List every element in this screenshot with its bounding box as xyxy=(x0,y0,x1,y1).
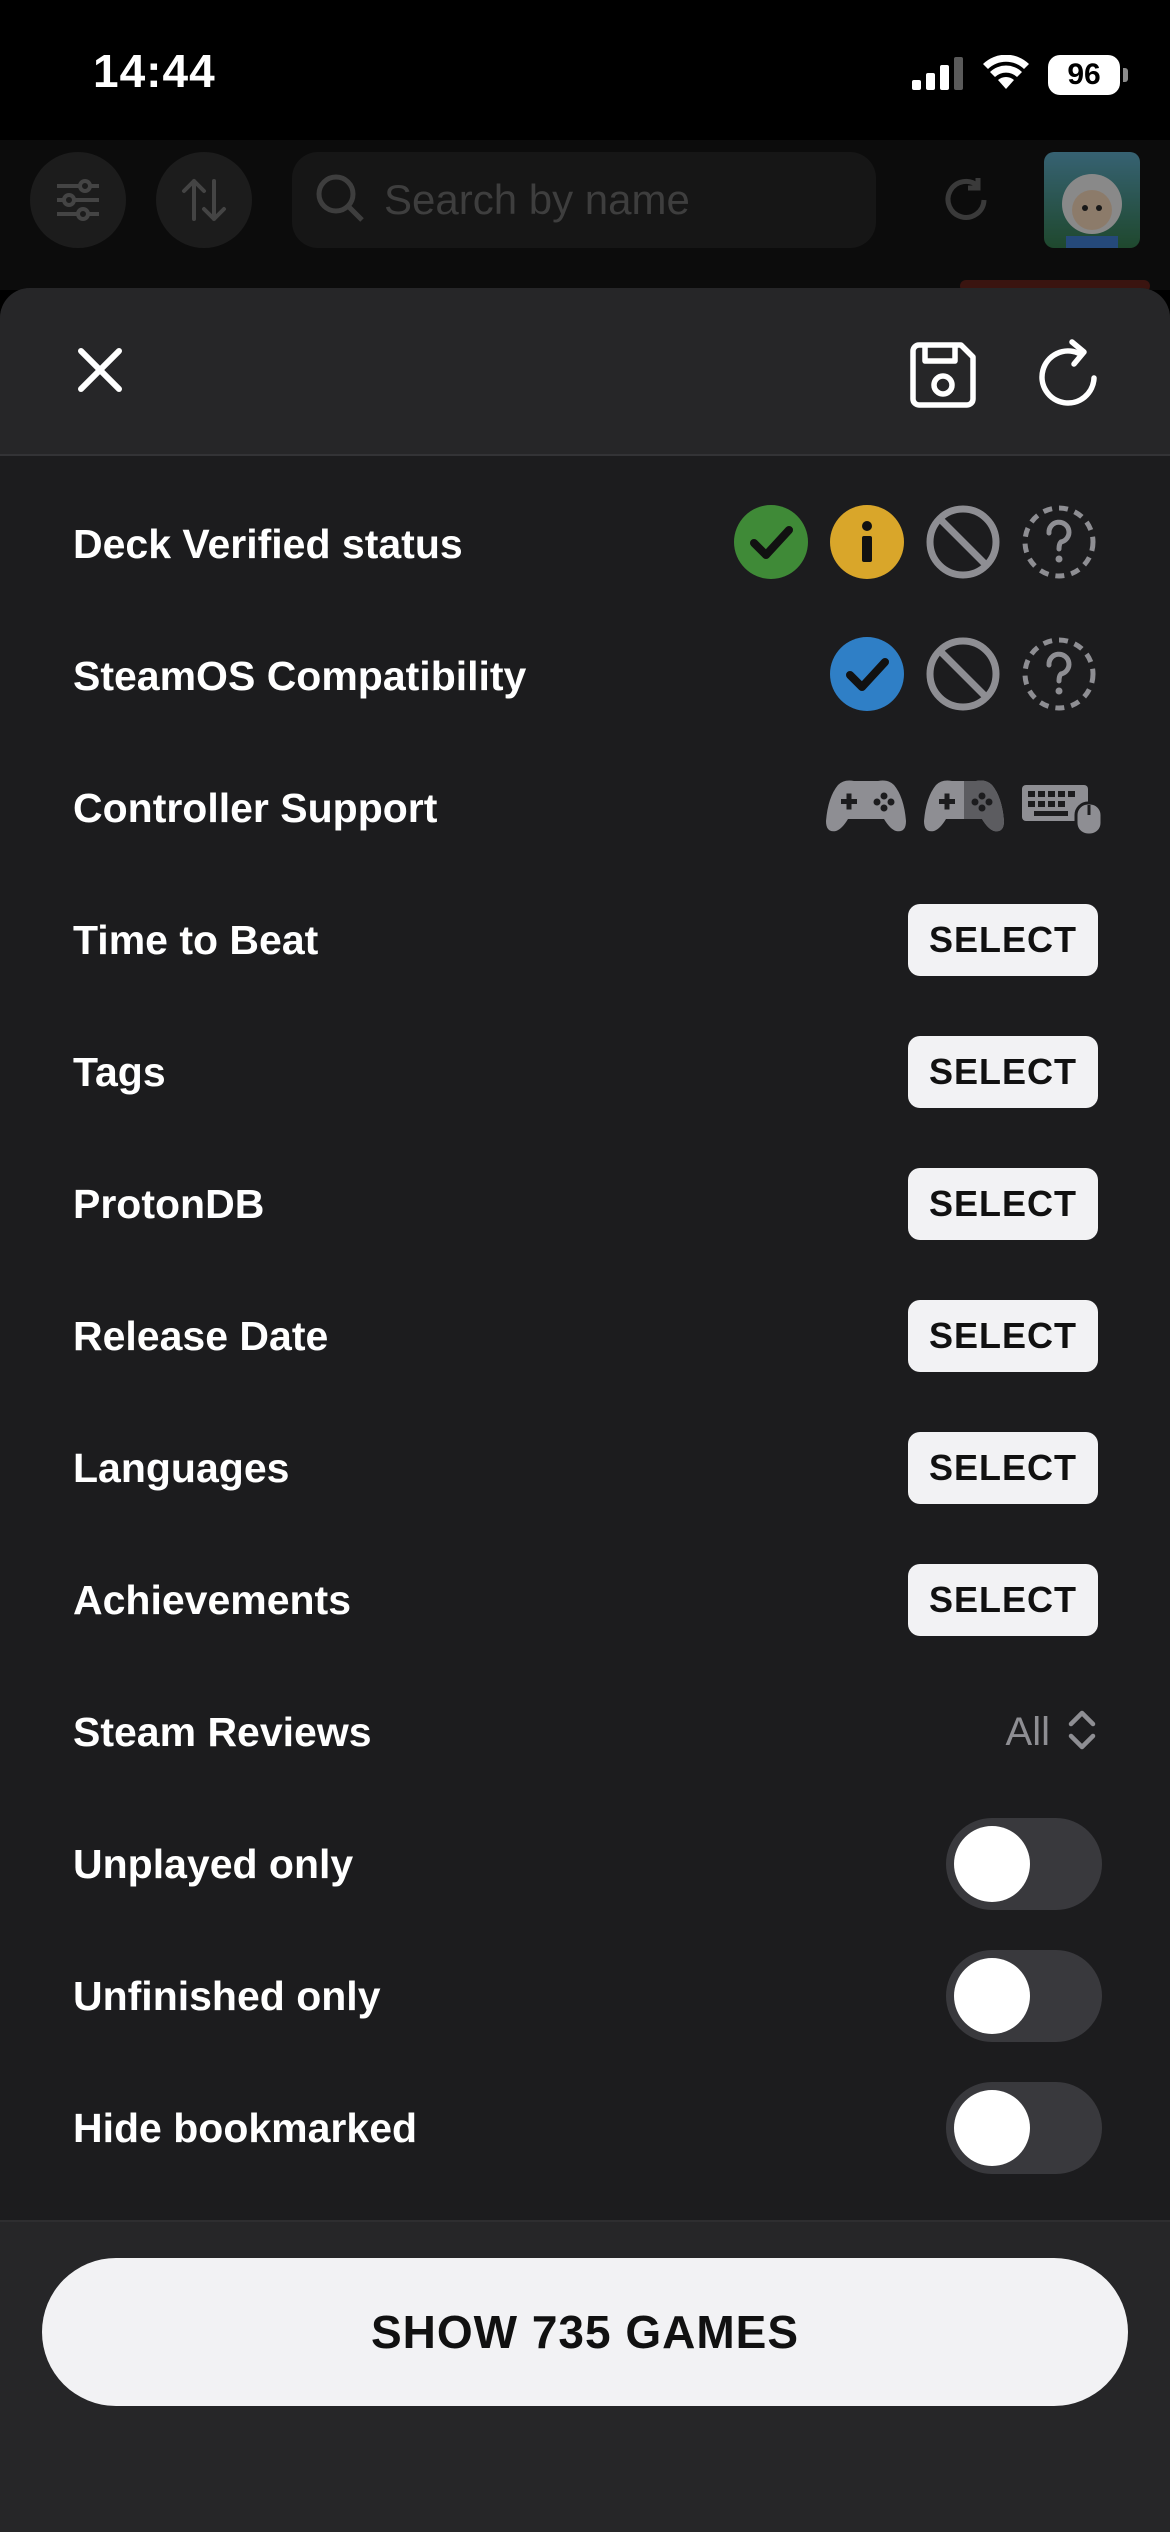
steamos-compatible-check-icon[interactable] xyxy=(828,635,906,718)
signal-icon xyxy=(912,56,964,95)
partial-controller-icon[interactable] xyxy=(922,775,1006,842)
status-time: 14:44 xyxy=(93,45,216,97)
deck-unsupported-icon[interactable] xyxy=(924,503,1002,586)
filter-label: Steam Reviews xyxy=(73,1708,372,1755)
filter-label: Tags xyxy=(73,1048,166,1095)
row-actions xyxy=(946,1950,1102,2042)
hide-bookmarked-toggle[interactable] xyxy=(946,2082,1102,2174)
toggle-knob xyxy=(954,2090,1030,2166)
filter-row-languages: Languages SELECT xyxy=(0,1402,1170,1534)
search-icon xyxy=(314,172,366,229)
row-actions: SELECT xyxy=(908,904,1098,976)
full-controller-icon[interactable] xyxy=(824,775,908,842)
keyboard-mouse-icon[interactable] xyxy=(1020,775,1104,842)
filter-row-tags: Tags SELECT xyxy=(0,1006,1170,1138)
filter-label: Unfinished only xyxy=(73,1972,381,2019)
filter-row-controller: Controller Support xyxy=(0,742,1170,874)
row-actions: SELECT xyxy=(908,1036,1098,1108)
steamos-unknown-icon[interactable] xyxy=(1020,635,1098,718)
search-placeholder: Search by name xyxy=(384,176,690,223)
filter-label: Controller Support xyxy=(73,784,438,831)
filter-row-unfinished: Unfinished only xyxy=(0,1930,1170,2062)
toggle-knob xyxy=(954,1958,1030,2034)
filter-row-steamos: SteamOS Compatibility xyxy=(0,610,1170,742)
sort-icon xyxy=(156,152,252,248)
filter-label: SteamOS Compatibility xyxy=(73,652,527,699)
row-actions: SELECT xyxy=(908,1432,1098,1504)
background-search: Search by name xyxy=(292,152,876,248)
deck-verified-check-icon[interactable] xyxy=(732,503,810,586)
release-date-select-button[interactable]: SELECT xyxy=(908,1300,1098,1372)
protondb-select-button[interactable]: SELECT xyxy=(908,1168,1098,1240)
achievements-select-button[interactable]: SELECT xyxy=(908,1564,1098,1636)
tags-select-button[interactable]: SELECT xyxy=(908,1036,1098,1108)
filter-row-steam-reviews: Steam Reviews All xyxy=(0,1666,1170,1798)
unplayed-only-toggle[interactable] xyxy=(946,1818,1102,1910)
filter-row-achievements: Achievements SELECT xyxy=(0,1534,1170,1666)
filter-row-protondb: ProtonDB SELECT xyxy=(0,1138,1170,1270)
sheet-footer: SHOW 735 GAMES xyxy=(0,2220,1170,2532)
row-actions: SELECT xyxy=(908,1168,1098,1240)
steam-reviews-picker[interactable]: All xyxy=(1006,1709,1098,1756)
background-toolbar: Search by name xyxy=(0,140,1170,292)
row-actions: SELECT xyxy=(908,1300,1098,1372)
row-actions xyxy=(946,1818,1102,1910)
avatar xyxy=(1044,152,1140,248)
deck-status-options xyxy=(732,503,1098,586)
filter-label: Unplayed only xyxy=(73,1840,354,1887)
filter-sliders-icon xyxy=(30,152,126,248)
filter-row-deck-verified: Deck Verified status xyxy=(0,478,1170,610)
filter-label: Deck Verified status xyxy=(73,520,463,567)
filter-label: Achievements xyxy=(73,1576,352,1623)
filter-sheet: Deck Verified status SteamOS Compatibili… xyxy=(0,288,1170,2532)
controller-options xyxy=(824,775,1104,842)
filter-row-release-date: Release Date SELECT xyxy=(0,1270,1170,1402)
reset-icon[interactable] xyxy=(1026,332,1112,418)
wifi-icon xyxy=(982,54,1030,96)
filter-label: Hide bookmarked xyxy=(73,2104,418,2151)
filter-label: Languages xyxy=(73,1444,290,1491)
filter-label: ProtonDB xyxy=(73,1180,265,1227)
filter-label: Time to Beat xyxy=(73,916,319,963)
steamos-options xyxy=(828,635,1098,718)
sheet-header xyxy=(0,288,1170,456)
steamos-unsupported-icon[interactable] xyxy=(924,635,1002,718)
show-games-button[interactable]: SHOW 735 GAMES xyxy=(42,2258,1128,2406)
row-actions: SELECT xyxy=(908,1564,1098,1636)
status-bar: 14:44 96 xyxy=(0,0,1170,140)
languages-select-button[interactable]: SELECT xyxy=(908,1432,1098,1504)
chevron-up-down-icon xyxy=(1066,1709,1098,1756)
deck-unknown-icon[interactable] xyxy=(1020,503,1098,586)
deck-playable-info-icon[interactable] xyxy=(828,503,906,586)
status-icons: 96 xyxy=(912,52,1128,98)
filter-row-unplayed: Unplayed only xyxy=(0,1798,1170,1930)
filter-row-time-to-beat: Time to Beat SELECT xyxy=(0,874,1170,1006)
refresh-list-icon xyxy=(918,152,1014,248)
filter-row-hide-bookmarked: Hide bookmarked xyxy=(0,2062,1170,2194)
close-icon[interactable] xyxy=(62,332,138,408)
filter-label: Release Date xyxy=(73,1312,329,1359)
battery-icon: 96 xyxy=(1048,55,1128,95)
row-actions xyxy=(946,2082,1102,2174)
time-to-beat-select-button[interactable]: SELECT xyxy=(908,904,1098,976)
steam-reviews-value: All xyxy=(1005,1709,1050,1754)
save-icon[interactable] xyxy=(900,332,986,418)
unfinished-only-toggle[interactable] xyxy=(946,1950,1102,2042)
toggle-knob xyxy=(954,1826,1030,1902)
